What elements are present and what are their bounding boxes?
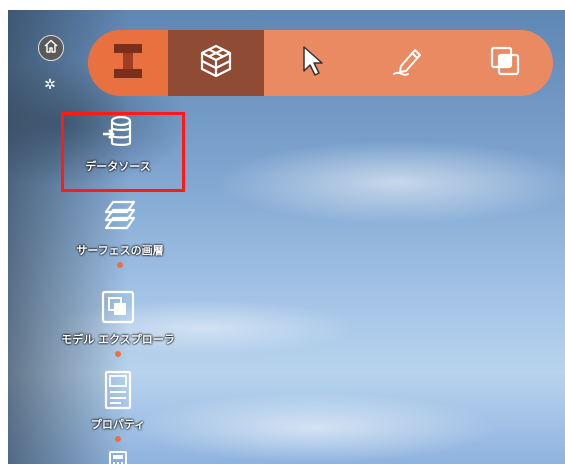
- gear-icon: ✲: [44, 77, 56, 93]
- overlap-squares-icon: [489, 45, 521, 81]
- overlay-tool-button[interactable]: [456, 30, 553, 96]
- sketch-tool-button[interactable]: [360, 30, 456, 96]
- model-explorer-icon: [100, 289, 136, 329]
- home-button[interactable]: [38, 35, 64, 61]
- infraworks-logo-icon: [111, 41, 145, 85]
- model-cube-icon: [198, 43, 234, 83]
- menu-item-calculator[interactable]: [103, 450, 133, 464]
- top-toolbar: [88, 30, 553, 96]
- layers-icon: [101, 198, 139, 240]
- selection-highlight: [61, 112, 185, 192]
- menu-item-surface-layers[interactable]: サーフェスの画層: [50, 198, 190, 268]
- menu-item-model-explorer[interactable]: モデル エクスプローラ: [33, 289, 203, 357]
- calculator-icon: [108, 450, 128, 464]
- infraworks-menu-button[interactable]: [88, 30, 168, 96]
- sketch-pen-icon: [391, 44, 425, 82]
- settings-button[interactable]: ✲: [42, 77, 58, 93]
- select-tool-button[interactable]: [264, 30, 360, 96]
- menu-item-label: プロパティ: [90, 418, 146, 431]
- menu-item-properties[interactable]: プロパティ: [58, 370, 178, 442]
- properties-icon: [103, 370, 133, 414]
- menu-item-label: サーフェスの画層: [76, 244, 164, 257]
- menu-item-label: モデル エクスプローラ: [61, 333, 175, 346]
- status-dot: [115, 436, 121, 442]
- status-dot: [115, 351, 121, 357]
- scene-viewport[interactable]: ✲ データソース サーフェスの画層 モデル エクスプローラ プロパティ: [8, 10, 565, 464]
- status-dot: [117, 262, 123, 268]
- select-pointer-icon: [298, 44, 326, 82]
- home-icon: [43, 38, 59, 58]
- model-tools-button[interactable]: [168, 30, 264, 96]
